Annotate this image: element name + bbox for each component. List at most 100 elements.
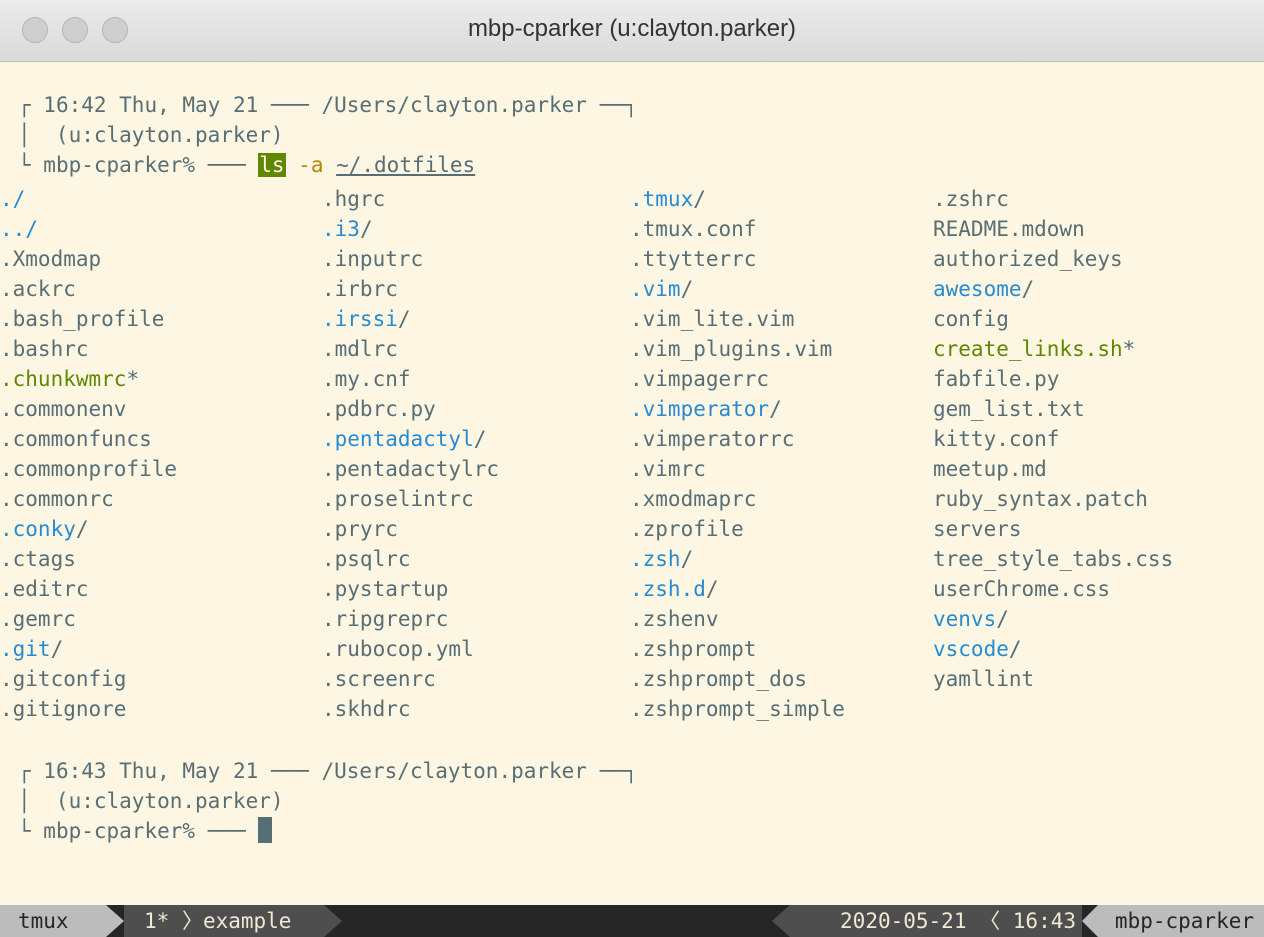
tmux-status-bar: tmux 1* 〉example 2020-05-21 〈 16:43 mbp-… [0, 905, 1264, 937]
tmux-session[interactable]: tmux [0, 905, 106, 937]
ls-entry-name: .pentadactylrc [322, 457, 500, 481]
ls-entry-suffix: / [996, 607, 1009, 631]
prompt-user: │ (u:clayton.parker) [18, 789, 284, 813]
ls-entry: .mdlrc [322, 334, 499, 364]
ls-entry-name: README.mdown [933, 217, 1085, 241]
prompt-host: mbp-cparker% ─── [30, 819, 259, 843]
ls-entry: .ackrc [0, 274, 177, 304]
ls-entry-name: yamllint [933, 667, 1035, 691]
ls-entry-name: .commonfuncs [0, 427, 152, 451]
ls-entry-name: .pdbrc.py [322, 397, 436, 421]
segment-arrow-icon [772, 905, 790, 937]
terminal-content[interactable]: ┌ 16:42 Thu, May 21 ─── /Users/clayton.p… [0, 62, 1264, 905]
ls-entry-suffix: / [50, 637, 64, 661]
ls-entry: gem_list.txt [933, 394, 1173, 424]
ls-entry: .pystartup [322, 574, 499, 604]
ls-entry-name: .pryrc [322, 517, 398, 541]
ls-entry-name: .zshenv [630, 607, 719, 631]
ls-entry: .irbrc [322, 274, 499, 304]
ls-entry-name: .pystartup [322, 577, 449, 601]
ls-entry-name: .pentadactyl [322, 427, 474, 451]
ls-entry-name: .conky [0, 517, 76, 541]
ls-entry: .zshrc [933, 184, 1173, 214]
window-name: example [202, 909, 292, 933]
ls-entry: .editrc [0, 574, 177, 604]
ls-entry-name: .zprofile [630, 517, 744, 541]
ls-entry-name: .gitconfig [0, 667, 127, 691]
ls-entry-suffix: / [1021, 277, 1035, 301]
ls-entry-suffix: / [693, 187, 706, 211]
ls-entry-suffix: * [1122, 337, 1136, 361]
ls-entry: .zshprompt_dos [630, 664, 845, 694]
ls-entry: awesome/ [933, 274, 1173, 304]
terminal-cursor [258, 817, 273, 843]
ls-entry: .screenrc [322, 664, 499, 694]
title-bar[interactable]: mbp-cparker (u:clayton.parker) [0, 0, 1264, 62]
ls-entry-name: .commonrc [0, 487, 114, 511]
ls-entry-name: .ackrc [0, 277, 76, 301]
command-argument: ~/.dotfiles [336, 153, 476, 177]
ls-entry: .inputrc [322, 244, 499, 274]
segment-arrow-icon [324, 905, 342, 937]
ls-entry-name: .gitignore [0, 697, 127, 721]
ls-entry: .pentadactyl/ [322, 424, 499, 454]
ls-entry: .conky/ [0, 514, 177, 544]
ls-entry: .irssi/ [322, 304, 499, 334]
tmux-window-tab[interactable]: 1* 〉example [124, 905, 324, 937]
ls-entry-name: .ripgreprc [322, 607, 449, 631]
ls-entry: .ripgreprc [322, 604, 499, 634]
ls-entry-name: meetup.md [933, 457, 1047, 481]
ls-entry-suffix: / [769, 397, 782, 421]
ls-entry: .gitconfig [0, 664, 177, 694]
prompt-corner: ┌ [18, 759, 31, 783]
ls-entry: .i3/ [322, 214, 499, 244]
ls-entry: kitty.conf [933, 424, 1173, 454]
ls-entry: authorized_keys [933, 244, 1173, 274]
prompt-command-line[interactable]: └ mbp-cparker% ─── [18, 816, 273, 846]
ls-entry: .vim_plugins.vim [630, 334, 845, 364]
ls-entry-name: .mdlrc [322, 337, 398, 361]
ls-entry-name: .i3 [322, 217, 360, 241]
segment-arrow-icon [1082, 905, 1098, 937]
ls-entry-name: .xmodmaprc [630, 487, 757, 511]
prompt-header: ┌ 16:43 Thu, May 21 ─── /Users/clayton.p… [18, 756, 638, 786]
ls-entry-name: .editrc [0, 577, 89, 601]
ls-entry-name: .bash_profile [0, 307, 165, 331]
ls-entry: .tmux.conf [630, 214, 845, 244]
ls-entry: .zsh/ [630, 544, 845, 574]
ls-entry-name: servers [933, 517, 1022, 541]
ls-entry: .skhdrc [322, 694, 499, 724]
ls-entry-suffix: / [680, 547, 694, 571]
ls-entry-name: .vim_plugins.vim [630, 337, 833, 361]
ls-entry: .zshenv [630, 604, 845, 634]
ls-entry: .commonfuncs [0, 424, 177, 454]
ls-entry-name: .zshprompt [630, 637, 757, 661]
ls-entry: fabfile.py [933, 364, 1173, 394]
ls-entry-name: .rubocop.yml [322, 637, 474, 661]
ls-entry: .zshprompt [630, 634, 845, 664]
ls-entry-name: create_links.sh [933, 337, 1123, 361]
separator-icon: 〈 [979, 909, 1001, 933]
status-datetime: 2020-05-21 〈 16:43 [790, 905, 1082, 937]
ls-entry-name: .chunkwmrc [0, 367, 127, 391]
terminal-window: mbp-cparker (u:clayton.parker) ┌ 16:42 T… [0, 0, 1264, 937]
ls-entry-name: .ctags [0, 547, 76, 571]
ls-entry-name: .my.cnf [322, 367, 411, 391]
segment-arrow-icon [106, 905, 124, 937]
ls-entry-suffix: / [397, 307, 411, 331]
ls-entry: .gemrc [0, 604, 177, 634]
prompt-host: mbp-cparker% ─── [30, 153, 259, 177]
ls-entry: .ttytterrc [630, 244, 845, 274]
ls-entry-name: .vimperator [630, 397, 770, 421]
ls-entry: .vim_lite.vim [630, 304, 845, 334]
ls-entry-suffix: / [705, 577, 719, 601]
prompt-header-text: 16:42 Thu, May 21 ─── /Users/clayton.par… [30, 93, 638, 117]
ls-entry-name: .zshrc [933, 187, 1009, 211]
ls-entry: .my.cnf [322, 364, 499, 394]
ls-entry-suffix: / [680, 277, 694, 301]
ls-entry: ./ [0, 184, 177, 214]
ls-entry-name: .skhdrc [322, 697, 411, 721]
ls-entry: .hgrc [322, 184, 499, 214]
ls-entry-suffix: / [473, 427, 487, 451]
ls-entry-name: .ttytterrc [630, 247, 757, 271]
